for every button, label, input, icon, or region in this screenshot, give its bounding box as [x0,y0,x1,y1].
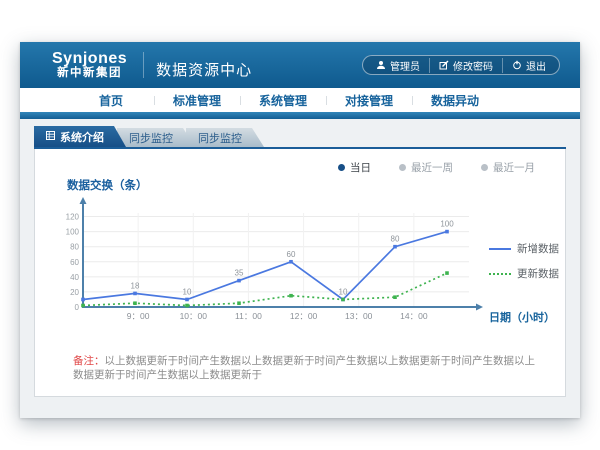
x-axis-title: 日期（小时） [489,309,559,325]
tab-bar: 系统介绍 同步监控 同步监控 [34,126,566,147]
svg-text:60: 60 [287,250,296,259]
svg-text:80: 80 [70,243,79,252]
nav-item-4[interactable]: 数据异动 [412,92,498,109]
radio-dot-icon [338,164,345,171]
page-title: 数据资源中心 [156,51,252,80]
tab-label: 同步监控 [198,130,242,146]
user-menu-item-label: 修改密码 [453,58,493,73]
period-filter-0[interactable]: 当日 [338,160,371,175]
user-icon [376,60,386,70]
svg-text:18: 18 [131,281,140,290]
chart-panel: 当日 最近一周 最近一月 数据交换（条） 0 20 40 60 80 100 120 9：00 10… [34,149,566,397]
radio-dot-icon [399,164,406,171]
footnote-prefix: 备注： [73,355,105,367]
tab-0[interactable]: 系统介绍 [34,126,126,147]
header-divider [143,52,144,78]
content-area: 系统介绍 同步监控 同步监控 当日 最近一周 最近一月 数据交换（条） 0 20 40 60 8… [20,119,580,397]
app-header: Synjones 新中新集团 数据资源中心 管理员 修改密码 退出 [20,42,580,88]
logo-brand: Synjones [52,51,127,68]
nav-item-2[interactable]: 系统管理 [240,92,326,109]
nav-accent-strip [20,112,580,119]
legend-line-sample [489,273,511,275]
period-filter-label: 当日 [350,160,371,175]
app-window: Synjones 新中新集团 数据资源中心 管理员修改密码退出 首页标准管理系统… [20,42,580,418]
period-filter-label: 最近一周 [411,160,453,175]
user-menu-item-0[interactable]: 管理员 [367,58,429,73]
chart-row: 0 20 40 60 80 100 120 9：00 10：00 11：00 12：00 13：00 1… [45,195,555,329]
power-icon [512,60,522,70]
svg-text:80: 80 [391,235,400,244]
svg-text:10: 10 [183,287,192,296]
legend-item-1: 更新数据 [489,266,559,281]
period-filter-1[interactable]: 最近一周 [399,160,453,175]
footnote: 备注：以上数据更新于时间产生数据以上数据更新于时间产生数据以上数据更新于时间产生… [73,355,555,382]
y-axis-title: 数据交换（条） [67,177,555,193]
svg-text:0: 0 [75,303,80,312]
svg-text:100: 100 [440,220,454,229]
svg-text:100: 100 [66,228,80,237]
user-menu-item-label: 管理员 [390,58,420,73]
svg-text:10：00: 10：00 [180,311,208,321]
svg-text:60: 60 [70,258,79,267]
tab-1[interactable]: 同步监控 [117,128,195,147]
footnote-text: 以上数据更新于时间产生数据以上数据更新于时间产生数据以上数据更新于时间产生数据以… [73,355,535,381]
grid-icon [46,131,55,143]
svg-text:120: 120 [66,213,80,222]
edit-icon [439,60,449,70]
period-filter-group: 当日 最近一周 最近一月 [45,153,555,177]
legend-label: 新增数据 [517,241,559,256]
exchange-chart: 0 20 40 60 80 100 120 9：00 10：00 11：00 12：00 13：00 1… [49,195,489,329]
user-menu-item-1[interactable]: 修改密码 [429,58,502,73]
svg-text:14：00: 14：00 [400,311,428,321]
user-menu: 管理员 修改密码 退出 [362,55,560,75]
svg-text:10: 10 [339,287,348,296]
user-menu-item-2[interactable]: 退出 [502,58,555,73]
svg-text:35: 35 [235,269,244,278]
main-nav: 首页标准管理系统管理对接管理数据异动 [20,88,580,112]
logo-sub: 新中新集团 [52,67,127,79]
svg-text:11：00: 11：00 [235,311,262,321]
svg-text:13：00: 13：00 [345,311,373,321]
svg-text:9：00: 9：00 [127,311,150,321]
svg-text:12：00: 12：00 [290,311,318,321]
radio-dot-icon [481,164,488,171]
tab-2[interactable]: 同步监控 [186,128,264,147]
tab-label: 系统介绍 [60,129,104,145]
legend-item-0: 新增数据 [489,241,559,256]
legend-label: 更新数据 [517,266,559,281]
logo: Synjones 新中新集团 [52,51,127,80]
chart-legend: 新增数据更新数据日期（小时） [489,241,559,329]
nav-item-0[interactable]: 首页 [68,92,154,109]
legend-line-sample [489,248,511,250]
svg-text:20: 20 [70,288,79,297]
period-filter-2[interactable]: 最近一月 [481,160,535,175]
svg-text:40: 40 [70,273,79,282]
nav-item-3[interactable]: 对接管理 [326,92,412,109]
user-menu-item-label: 退出 [526,58,546,73]
period-filter-label: 最近一月 [493,160,535,175]
tab-label: 同步监控 [129,130,173,146]
nav-item-1[interactable]: 标准管理 [154,92,240,109]
